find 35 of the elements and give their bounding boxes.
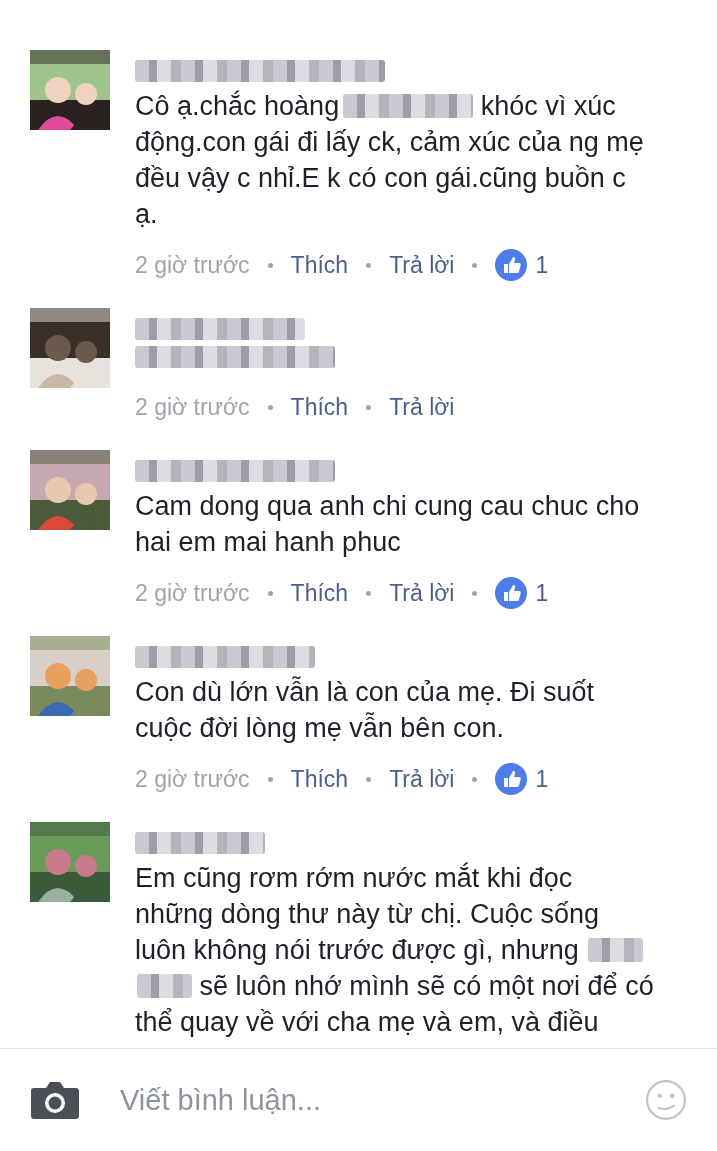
separator-dot: [472, 590, 478, 596]
separator-dot: [267, 404, 273, 410]
separator-dot: [366, 404, 372, 410]
comment-text: Con dù lớn vẫn là con của mẹ. Đi suốt cuộc đời lòng mẹ vẫn bên con.: [135, 675, 595, 745]
reply-link[interactable]: Trả lời: [389, 251, 455, 279]
separator-dot: [267, 776, 273, 782]
timestamp: 2 giờ trước: [135, 393, 250, 421]
like-count: 1: [535, 251, 549, 279]
like-count: 1: [535, 579, 549, 607]
camera-icon[interactable]: [30, 1080, 80, 1120]
reply-link[interactable]: Trả lời: [389, 765, 455, 793]
reply-link[interactable]: Trả lời: [389, 579, 455, 607]
comment-text: Cô ạ.chắc hoàng khóc vì xúc động.con gái đi lấy ck, cảm xúc của ng mẹ đều vậy c nhỉ.E k có con gái.cũng buồn c ạ.: [135, 89, 645, 231]
thumbs-up-icon: [495, 577, 528, 609]
separator-dot: [366, 262, 372, 268]
like-link[interactable]: Thích: [290, 579, 349, 607]
separator-dot: [472, 262, 478, 268]
timestamp: 2 giờ trước: [135, 251, 250, 279]
thumbs-up-icon: [495, 249, 528, 281]
like-link[interactable]: Thích: [290, 393, 349, 421]
reply-link[interactable]: Trả lời: [389, 393, 455, 421]
like-count: 1: [535, 765, 549, 793]
thumbs-up-icon: [495, 763, 528, 795]
comment-text: Cam dong qua anh chi cung cau chuc cho hai em mai hanh phuc: [135, 490, 641, 559]
timestamp: 2 giờ trước: [135, 579, 250, 607]
separator-dot: [472, 776, 478, 782]
like-link[interactable]: Thích: [290, 251, 349, 279]
separator-dot: [366, 776, 372, 782]
separator-dot: [267, 590, 273, 596]
separator-dot: [267, 262, 273, 268]
like-link[interactable]: Thích: [290, 765, 349, 793]
comment-input[interactable]: Viết bình luận...: [118, 1082, 607, 1118]
separator-dot: [366, 590, 372, 596]
comment-text: Em cũng rơm rớm nước mắt khi đọc những dòng thư này từ chị. Cuộc sống luôn không nói trước được gì, nhưng sẽ luôn nhớ mình sẽ có một nơi để có thể quay về với cha mẹ và em, và điều: [135, 861, 655, 1039]
timestamp: 2 giờ trước: [135, 765, 250, 793]
